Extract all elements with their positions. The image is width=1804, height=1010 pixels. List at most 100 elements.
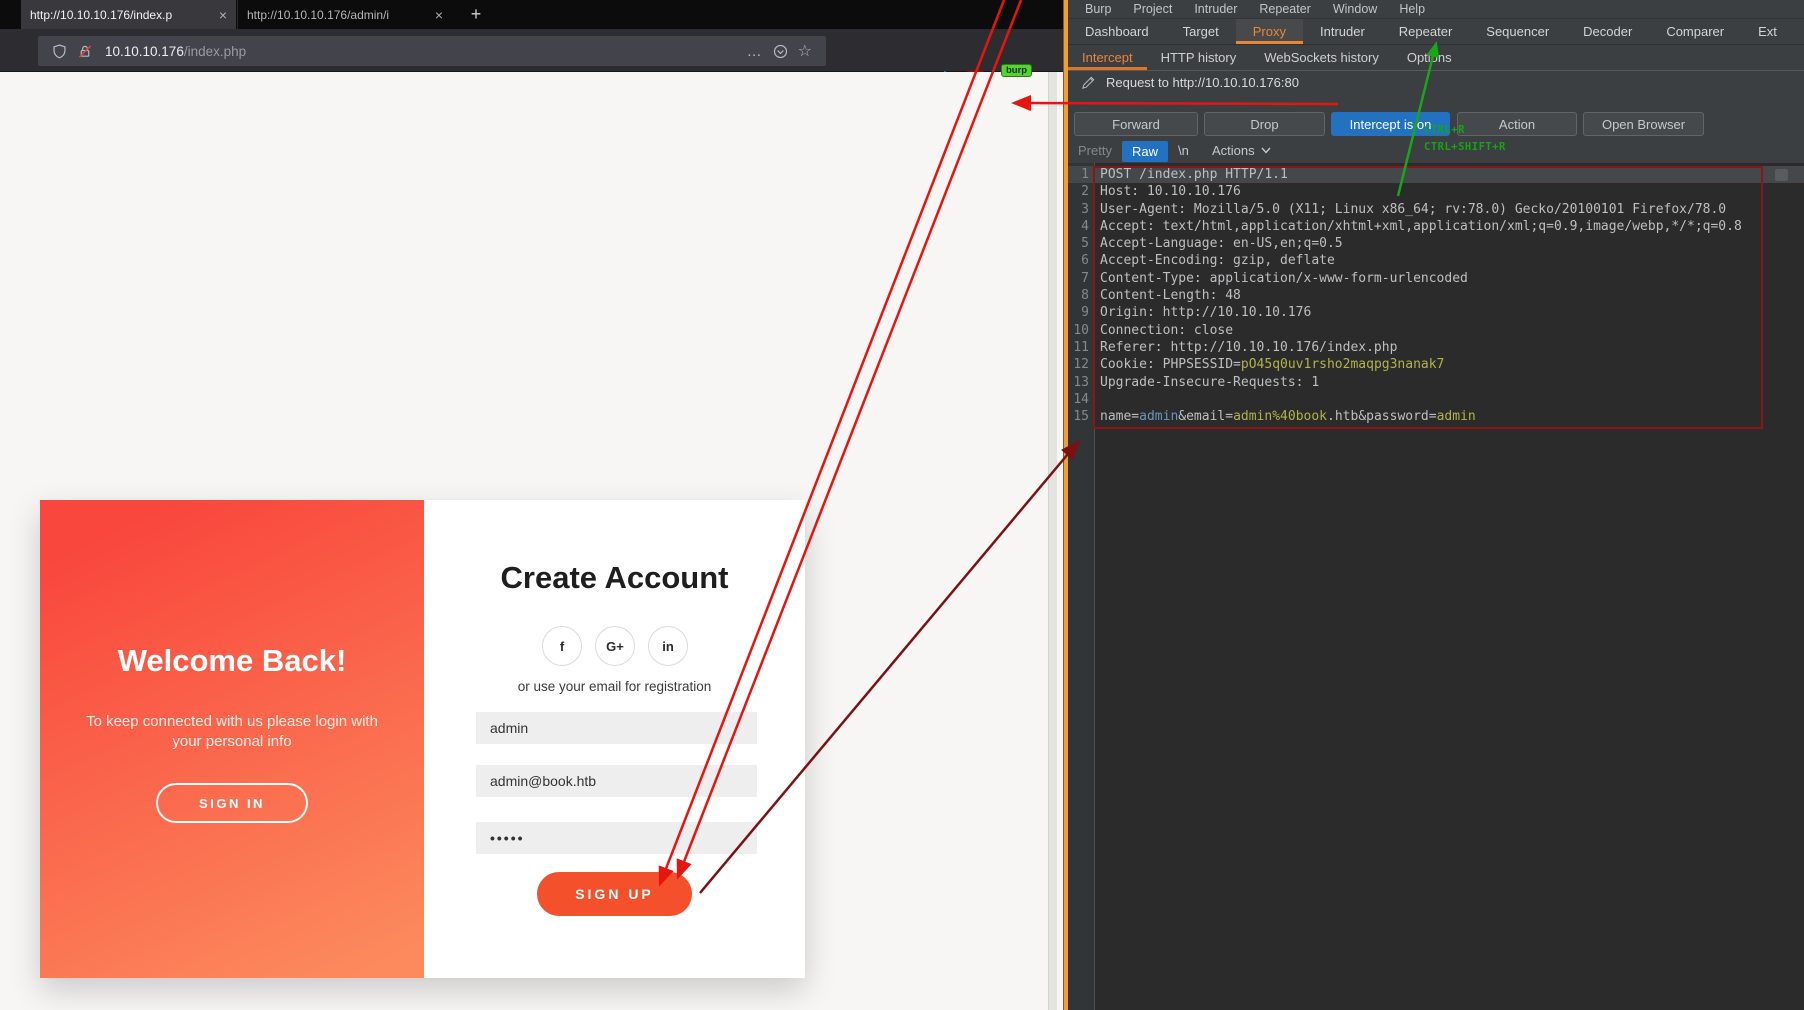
- request-line: 4Accept: text/html,application/xhtml+xml…: [1068, 218, 1804, 235]
- tab-dashboard[interactable]: Dashboard: [1068, 19, 1166, 44]
- drop-button[interactable]: Drop: [1204, 112, 1325, 136]
- action-button[interactable]: Action: [1457, 112, 1577, 136]
- tab-options[interactable]: Options: [1393, 45, 1466, 70]
- burp-window: Burp Project Intruder Repeater Window He…: [1068, 0, 1804, 1010]
- proxy-sub-tabs: Intercept HTTP history WebSockets histor…: [1068, 45, 1804, 70]
- screenshot-root: http://10.10.10.176/index.p × http://10.…: [0, 0, 1804, 1010]
- tab-sequencer[interactable]: Sequencer: [1469, 19, 1566, 44]
- request-line: 10Connection: close: [1068, 322, 1804, 339]
- pencil-icon: [1081, 75, 1096, 90]
- request-body-line: 15name=admin&email=admin%40book.htb&pass…: [1068, 408, 1804, 425]
- proxy-badge: burp: [1001, 64, 1032, 77]
- firefox-window: http://10.10.10.176/index.p × http://10.…: [0, 0, 1063, 1010]
- param-name-value: admin: [1139, 409, 1178, 424]
- facebook-icon[interactable]: f: [542, 626, 582, 666]
- linkedin-icon[interactable]: in: [648, 626, 688, 666]
- tab-proxy[interactable]: Proxy: [1236, 19, 1303, 44]
- new-tab-button[interactable]: +: [463, 3, 489, 26]
- request-line-cookie: 12Cookie: PHPSESSID=pO45q0uv1rsho2maqpg3…: [1068, 356, 1804, 373]
- pretty-tab[interactable]: Pretty: [1078, 143, 1112, 158]
- email-field[interactable]: [476, 765, 757, 797]
- forward-button[interactable]: Forward: [1074, 112, 1198, 136]
- request-line: 3User-Agent: Mozilla/5.0 (X11; Linux x86…: [1068, 201, 1804, 218]
- google-plus-icon[interactable]: G+: [595, 626, 635, 666]
- tracking-shield-icon[interactable]: [52, 44, 67, 59]
- tab-target[interactable]: Target: [1166, 19, 1236, 44]
- request-line: 5Accept-Language: en-US,en;q=0.5: [1068, 235, 1804, 252]
- url-host: 10.10.10.176: [105, 44, 184, 59]
- menu-help[interactable]: Help: [1388, 2, 1436, 16]
- newline-toggle[interactable]: \n: [1178, 143, 1189, 158]
- tab-bar: http://10.10.10.176/index.p × http://10.…: [0, 0, 1063, 29]
- request-line: 8Content-Length: 48: [1068, 287, 1804, 304]
- url-path: /index.php: [184, 44, 246, 59]
- intercept-toggle-button[interactable]: Intercept is on: [1331, 112, 1450, 136]
- insecure-lock-icon[interactable]: [77, 44, 93, 59]
- welcome-panel: Welcome Back! To keep connected with us …: [40, 500, 424, 978]
- session-cookie-value: pO45q0uv1rsho2maqpg3nanak7: [1241, 357, 1445, 372]
- chevron-down-icon: [1261, 147, 1271, 154]
- tab-intruder[interactable]: Intruder: [1303, 19, 1382, 44]
- create-account-title: Create Account: [424, 560, 805, 596]
- signup-card: Welcome Back! To keep connected with us …: [40, 500, 805, 978]
- page-content: Welcome Back! To keep connected with us …: [0, 72, 1063, 1010]
- burp-menu-bar: Burp Project Intruder Repeater Window He…: [1068, 0, 1804, 19]
- sign-up-button[interactable]: SIGN UP: [537, 872, 692, 916]
- tab-decoder[interactable]: Decoder: [1566, 19, 1649, 44]
- actions-dropdown[interactable]: Actions: [1212, 143, 1271, 158]
- pocket-icon[interactable]: [773, 44, 788, 59]
- welcome-title: Welcome Back!: [40, 643, 424, 679]
- browser-scrollbar[interactable]: [1048, 72, 1057, 1010]
- request-line: 11Referer: http://10.10.10.176/index.php: [1068, 339, 1804, 356]
- welcome-subtitle: To keep connected with us please login w…: [80, 712, 384, 752]
- editor-scrollbar-thumb[interactable]: [1775, 169, 1788, 181]
- burp-main-tabs: Dashboard Target Proxy Intruder Repeater…: [1068, 19, 1804, 45]
- raw-tab[interactable]: Raw: [1122, 141, 1168, 162]
- bookmark-star-icon[interactable]: ☆: [798, 41, 812, 61]
- request-line: 7Content-Type: application/x-www-form-ur…: [1068, 270, 1804, 287]
- tab-index-php[interactable]: http://10.10.10.176/index.p ×: [21, 0, 236, 29]
- param-email-value: admin%40book: [1233, 409, 1327, 424]
- browser-toolbar: 10.10.10.176/index.php … ☆ uO burp: [0, 29, 1063, 72]
- request-line: 2Host: 10.10.10.176: [1068, 183, 1804, 200]
- menu-project[interactable]: Project: [1122, 2, 1183, 16]
- request-banner: Request to http://10.10.10.176:80: [1068, 70, 1804, 94]
- url-bar[interactable]: 10.10.10.176/index.php … ☆: [38, 36, 826, 66]
- page-actions-icon[interactable]: …: [747, 43, 763, 60]
- tab-http-history[interactable]: HTTP history: [1147, 45, 1251, 70]
- tab-title: http://10.10.10.176/admin/i: [247, 8, 429, 22]
- sign-in-button[interactable]: SIGN IN: [156, 783, 308, 823]
- tab-websockets-history[interactable]: WebSockets history: [1250, 45, 1393, 70]
- tab-title: http://10.10.10.176/index.p: [30, 8, 213, 22]
- request-line: 9Origin: http://10.10.10.176: [1068, 304, 1804, 321]
- request-lines: 1POST /index.php HTTP/1.1 2Host: 10.10.1…: [1068, 166, 1804, 425]
- tab-close-icon[interactable]: ×: [219, 7, 227, 23]
- welcome-subtitle-line2: your personal info: [172, 733, 291, 750]
- name-field[interactable]: [476, 712, 757, 744]
- url-text: 10.10.10.176/index.php: [105, 44, 246, 59]
- tab-admin[interactable]: http://10.10.10.176/admin/i ×: [237, 0, 452, 29]
- menu-burp[interactable]: Burp: [1074, 2, 1122, 16]
- open-browser-button[interactable]: Open Browser: [1583, 112, 1704, 136]
- email-registration-hint: or use your email for registration: [424, 679, 805, 694]
- tab-extender[interactable]: Ext: [1741, 19, 1794, 44]
- param-password-value: admin: [1437, 409, 1476, 424]
- tab-comparer[interactable]: Comparer: [1649, 19, 1741, 44]
- request-line: 13Upgrade-Insecure-Requests: 1: [1068, 374, 1804, 391]
- menu-intruder[interactable]: Intruder: [1183, 2, 1248, 16]
- create-account-panel: Create Account f G+ in or use your email…: [424, 500, 805, 978]
- tab-repeater[interactable]: Repeater: [1382, 19, 1469, 44]
- password-field[interactable]: [476, 822, 757, 854]
- request-editor[interactable]: 1POST /index.php HTTP/1.1 2Host: 10.10.1…: [1068, 163, 1804, 1010]
- tab-intercept[interactable]: Intercept: [1068, 45, 1147, 70]
- request-banner-text: Request to http://10.10.10.176:80: [1106, 75, 1299, 90]
- tab-close-icon[interactable]: ×: [435, 7, 443, 23]
- request-line: 1POST /index.php HTTP/1.1: [1068, 166, 1804, 183]
- menu-window[interactable]: Window: [1322, 2, 1388, 16]
- request-line: 6Accept-Encoding: gzip, deflate: [1068, 252, 1804, 269]
- menu-repeater[interactable]: Repeater: [1248, 2, 1321, 16]
- request-line: 14: [1068, 391, 1804, 408]
- actions-label: Actions: [1212, 143, 1255, 158]
- message-view-row: Pretty Raw \n Actions: [1068, 140, 1804, 163]
- welcome-subtitle-line1: To keep connected with us please login w…: [86, 713, 378, 730]
